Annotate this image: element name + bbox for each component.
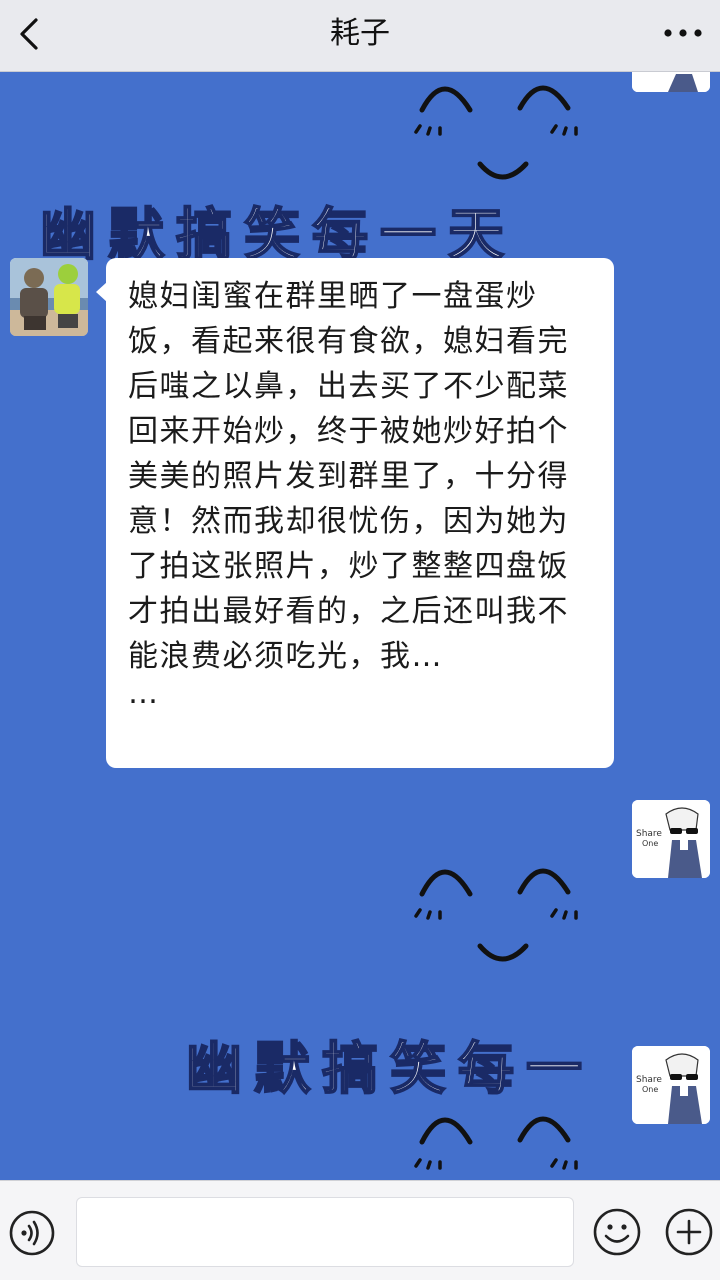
voice-icon (9, 1210, 55, 1256)
avatar-badge-line-2: One (642, 839, 658, 848)
chat-title: 耗子 (330, 16, 390, 51)
voice-button[interactable] (8, 1209, 56, 1257)
chat-area[interactable]: 幽默搞笑每一天 媳妇闺蜜在群里晒了一盘蛋炒饭，看起来很有食欲，媳妇看完后嗤之以鼻… (0, 72, 720, 1180)
avatar-badge-line-2: One (642, 1085, 658, 1094)
input-toolbar (0, 1180, 720, 1280)
own-avatar[interactable]: Share One (632, 1046, 710, 1124)
own-avatar[interactable] (632, 72, 710, 92)
own-avatar[interactable]: Share One (632, 800, 710, 878)
message-input[interactable] (76, 1197, 574, 1267)
smiley-face-sticker (414, 868, 578, 962)
emoji-icon (593, 1208, 641, 1256)
message-trailing-ellipsis: … (128, 676, 158, 711)
avatar-cartoon-image (632, 72, 710, 92)
message-text: 媳妇闺蜜在群里晒了一盘蛋炒饭，看起来很有食欲，媳妇看完后嗤之以鼻，出去买了不少配… (128, 279, 569, 674)
plus-icon (665, 1208, 713, 1256)
top-nav-bar: 耗子 (0, 0, 720, 72)
more-button[interactable] (660, 18, 706, 48)
avatar-cartoon-image: Share One (632, 800, 710, 878)
smiley-face-sticker (414, 1116, 578, 1170)
more-dots-icon (664, 29, 702, 37)
smiley-face-sticker (414, 85, 578, 180)
sender-avatar[interactable] (10, 258, 88, 336)
avatar-photo-image (10, 258, 88, 336)
avatar-badge-line-1: Share (636, 1075, 662, 1085)
message-bubble[interactable]: 媳妇闺蜜在群里晒了一盘蛋炒饭，看起来很有食欲，媳妇看完后嗤之以鼻，出去买了不少配… (96, 258, 614, 768)
more-actions-button[interactable] (664, 1207, 714, 1257)
avatar-badge-line-1: Share (636, 829, 662, 839)
emoji-button[interactable] (592, 1207, 642, 1257)
avatar-cartoon-image: Share One (632, 1046, 710, 1124)
